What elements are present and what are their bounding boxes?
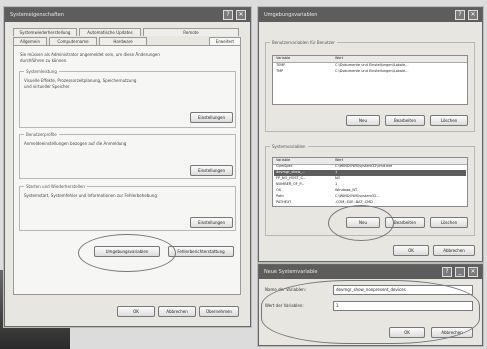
user-delete-button[interactable]: Löschen xyxy=(430,115,468,126)
column-header-value[interactable]: Wert xyxy=(335,56,343,61)
window-title: Umgebungsvariablen xyxy=(264,12,318,18)
tab-automatic-updates[interactable]: Automatische Updates xyxy=(79,28,141,36)
help-icon[interactable]: ? xyxy=(442,267,452,277)
highlight-oval xyxy=(261,280,480,344)
close-icon[interactable]: ✕ xyxy=(236,10,246,20)
list-item[interactable]: Windows_NT xyxy=(335,188,357,193)
group-title: Systemleistung xyxy=(24,69,59,74)
profiles-settings-button[interactable]: Einstellungen xyxy=(190,165,233,176)
system-properties-window: Systemeigenschaften ? ✕ Systemwiederhers… xyxy=(4,7,251,327)
ok-button[interactable]: OK xyxy=(117,306,155,317)
intro-text: Sie müssen als Administrator angemeldet … xyxy=(20,52,160,63)
user-variables-list[interactable]: Variable Wert TEMP C:\Dokumente und Eins… xyxy=(272,55,468,105)
startup-recovery-group: Starten und Wiederherstellen Systemstart… xyxy=(19,184,236,231)
new-variable-titlebar: Neue Systemvariable ? _ ✕ xyxy=(259,265,482,279)
cancel-button[interactable]: Abbrechen xyxy=(158,306,196,317)
list-item[interactable]: PATHEXT xyxy=(276,200,291,205)
list-item[interactable]: 1 xyxy=(335,170,337,175)
close-icon[interactable]: ✕ xyxy=(468,267,478,277)
list-item[interactable]: TEMP xyxy=(276,63,285,68)
system-variables-group: Systemvariablen Variable Wert ComSpec C:… xyxy=(265,144,475,241)
tab-remote[interactable]: Remote xyxy=(143,28,239,36)
tab-advanced[interactable]: Erweitert xyxy=(209,37,241,45)
user-edit-button[interactable]: Bearbeiten xyxy=(385,115,425,126)
cancel-button[interactable]: Abbrechen xyxy=(433,245,475,256)
system-properties-titlebar: Systemeigenschaften ? ✕ xyxy=(5,8,250,22)
system-variables-list[interactable]: Variable Wert ComSpec C:\WINDOWS\system3… xyxy=(272,157,468,207)
column-header-value[interactable]: Wert xyxy=(335,158,343,163)
group-text: Systemstart, Systemfehler und Informatio… xyxy=(24,193,157,198)
environment-variables-window: Umgebungsvariablen ? ✕ Benutzervariablen… xyxy=(258,7,483,262)
highlight-oval xyxy=(328,205,394,241)
performance-settings-button[interactable]: Einstellungen xyxy=(190,112,233,123)
system-delete-button[interactable]: Löschen xyxy=(430,217,468,228)
list-item[interactable]: OS xyxy=(276,188,281,193)
help-icon[interactable]: ? xyxy=(223,10,233,20)
user-new-button[interactable]: Neu xyxy=(346,115,380,126)
list-item[interactable]: C:\WINDOWS\system32... xyxy=(335,194,380,199)
performance-group: Systemleistung Visuelle Effekte, Prozess… xyxy=(19,69,236,128)
list-item[interactable]: TMP xyxy=(276,69,283,74)
error-reporting-button[interactable]: Fehlerberichterstattung xyxy=(168,246,234,257)
minimize-icon[interactable]: _ xyxy=(455,267,465,277)
help-icon[interactable]: ? xyxy=(455,10,465,20)
tab-general[interactable]: Allgemein xyxy=(13,37,47,45)
window-title: Systemeigenschaften xyxy=(10,12,64,18)
new-system-variable-window: Neue Systemvariable ? _ ✕ Name der Varia… xyxy=(258,264,483,346)
tab-hardware[interactable]: Hardware xyxy=(99,37,147,45)
startup-settings-button[interactable]: Einstellungen xyxy=(190,217,233,228)
env-titlebar: Umgebungsvariablen ? ✕ xyxy=(259,8,482,22)
group-title: Benutzerprofile xyxy=(24,132,59,137)
tab-computer-name[interactable]: Computername xyxy=(49,37,97,45)
list-item[interactable]: C:\Dokumente und Einstellungen\Lokale... xyxy=(335,69,465,74)
highlight-oval xyxy=(78,234,176,272)
list-item[interactable]: ComSpec xyxy=(276,164,293,169)
group-text: Anmeldeeinstellungen bezogen auf die Anm… xyxy=(24,141,127,146)
window-title: Neue Systemvariable xyxy=(264,269,318,275)
column-header-variable[interactable]: Variable xyxy=(276,158,290,163)
list-item[interactable]: NO xyxy=(335,176,340,181)
user-variables-group: Benutzervariablen für Benutzer Variable … xyxy=(265,40,475,132)
column-header-variable[interactable]: Variable xyxy=(276,56,290,61)
list-item[interactable]: .COM;.EXE;.BAT;.CMD xyxy=(335,200,373,205)
list-item[interactable]: C:\WINDOWS\system32\cmd.exe xyxy=(335,164,392,169)
group-text: Visuelle Effekte, Prozessorzeitplanung, … xyxy=(24,78,137,89)
user-profiles-group: Benutzerprofile Anmeldeeinstellungen bez… xyxy=(19,132,236,179)
group-title: Starten und Wiederherstellen xyxy=(24,184,87,189)
group-title: Benutzervariablen für Benutzer xyxy=(270,40,337,45)
list-item[interactable]: 1 xyxy=(335,182,337,187)
advanced-panel: Sie müssen als Administrator angemeldet … xyxy=(13,45,241,295)
list-item[interactable]: devmgr_show_... xyxy=(276,170,305,175)
close-icon[interactable]: ✕ xyxy=(468,10,478,20)
tab-system-restore[interactable]: Systemwiederherstellung xyxy=(13,28,77,36)
list-header xyxy=(273,56,467,63)
ok-button[interactable]: OK xyxy=(393,245,429,256)
apply-button[interactable]: Übernehmen xyxy=(199,306,239,317)
group-title: Systemvariablen xyxy=(270,144,308,149)
list-item[interactable]: C:\Dokumente und Einstellungen\Lokale... xyxy=(335,63,465,68)
list-item[interactable]: Path xyxy=(276,194,284,199)
list-item[interactable]: NUMBER_OF_P... xyxy=(276,182,304,187)
list-item[interactable]: FP_NO_HOST_C... xyxy=(276,176,306,181)
